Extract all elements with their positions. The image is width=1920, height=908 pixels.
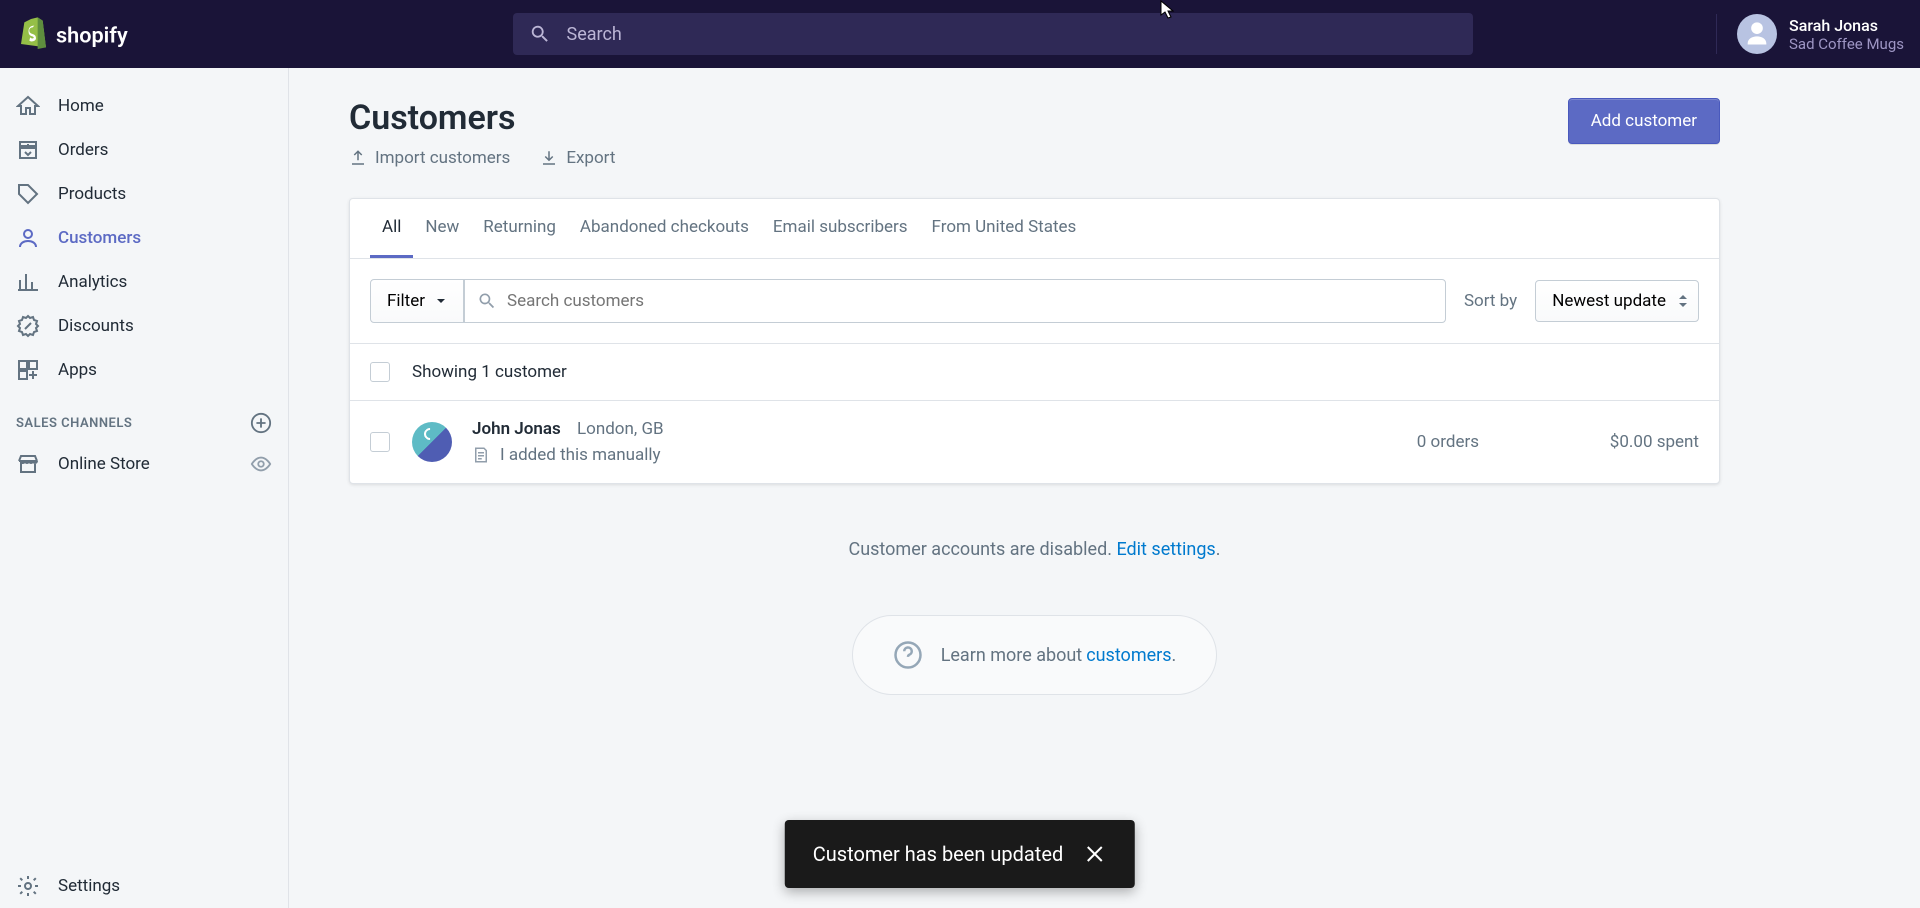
customer-orders: 0 orders <box>1299 432 1479 452</box>
import-customers-button[interactable]: Import customers <box>349 148 510 168</box>
search-icon <box>529 23 551 45</box>
sidebar-item-settings[interactable]: Settings <box>0 864 288 908</box>
tab-email[interactable]: Email subscribers <box>761 199 920 258</box>
sidebar-item-customers[interactable]: Customers <box>0 216 288 260</box>
search-wrap <box>289 13 1696 55</box>
customer-location: London, GB <box>577 419 664 439</box>
download-icon <box>540 149 558 167</box>
main-content: Customers Import customers Export Add cu… <box>289 68 1920 908</box>
settings-icon <box>16 874 40 898</box>
sidebar-item-orders[interactable]: Orders <box>0 128 288 172</box>
sidebar-item-home[interactable]: Home <box>0 84 288 128</box>
sort-label: Sort by <box>1464 291 1517 311</box>
products-icon <box>16 182 40 206</box>
top-bar: shopify Sarah Jonas Sad Coffee Mugs <box>0 0 1920 68</box>
toast: Customer has been updated <box>785 820 1135 888</box>
toast-message: Customer has been updated <box>813 842 1063 866</box>
customer-note: I added this manually <box>500 445 661 465</box>
select-all-checkbox[interactable] <box>370 362 390 382</box>
customers-icon <box>16 226 40 250</box>
store-icon <box>16 452 40 476</box>
logo-area: shopify <box>16 14 289 54</box>
sidebar-section-header: SALES CHANNELS <box>0 392 288 442</box>
learn-more-pill: Learn more about customers. <box>852 615 1218 695</box>
view-store-icon[interactable] <box>250 453 272 475</box>
sidebar-item-products[interactable]: Products <box>0 172 288 216</box>
add-channel-icon[interactable] <box>250 412 272 434</box>
customer-spent: $0.00 spent <box>1479 432 1699 452</box>
edit-settings-link[interactable]: Edit settings <box>1116 539 1215 560</box>
tab-returning[interactable]: Returning <box>471 199 568 258</box>
customer-avatar <box>412 422 452 462</box>
sidebar-channel-online-store[interactable]: Online Store <box>0 442 288 486</box>
accounts-disabled-message: Customer accounts are disabled. Edit set… <box>349 539 1720 560</box>
tab-all[interactable]: All <box>370 199 413 258</box>
discounts-icon <box>16 314 40 338</box>
tab-us[interactable]: From United States <box>920 199 1089 258</box>
search-input[interactable] <box>567 24 1457 45</box>
sidebar-item-analytics[interactable]: Analytics <box>0 260 288 304</box>
sidebar-item-discounts[interactable]: Discounts <box>0 304 288 348</box>
customers-card: All New Returning Abandoned checkouts Em… <box>349 198 1720 484</box>
avatar <box>1737 14 1777 54</box>
help-icon <box>893 640 923 670</box>
apps-icon <box>16 358 40 382</box>
export-button[interactable]: Export <box>540 148 615 168</box>
analytics-icon <box>16 270 40 294</box>
sidebar-item-apps[interactable]: Apps <box>0 348 288 392</box>
filter-button[interactable]: Filter <box>370 279 464 323</box>
customer-search-box[interactable] <box>464 279 1446 323</box>
count-row: Showing 1 customer <box>350 343 1719 400</box>
shopify-logo: shopify <box>16 14 149 54</box>
customer-search-input[interactable] <box>507 291 1433 311</box>
orders-icon <box>16 138 40 162</box>
add-customer-button[interactable]: Add customer <box>1568 98 1720 144</box>
sidebar: Home Orders Products Customers Analytics… <box>0 68 289 908</box>
search-icon <box>477 291 497 311</box>
store-name: Sad Coffee Mugs <box>1789 35 1904 53</box>
close-icon[interactable] <box>1083 842 1107 866</box>
note-icon <box>472 446 490 464</box>
customer-name: John Jonas <box>472 419 561 439</box>
sort-select[interactable]: Newest update <box>1535 280 1699 322</box>
svg-text:shopify: shopify <box>56 23 128 48</box>
tab-abandoned[interactable]: Abandoned checkouts <box>568 199 761 258</box>
home-icon <box>16 94 40 118</box>
page-title: Customers <box>349 98 615 138</box>
search-box[interactable] <box>513 13 1473 55</box>
caret-down-icon <box>435 295 447 307</box>
tab-new[interactable]: New <box>413 199 471 258</box>
user-name: Sarah Jonas <box>1789 16 1904 35</box>
tabs: All New Returning Abandoned checkouts Em… <box>350 199 1719 259</box>
customer-row[interactable]: John Jonas London, GB I added this manua… <box>350 400 1719 483</box>
upload-icon <box>349 149 367 167</box>
user-area[interactable]: Sarah Jonas Sad Coffee Mugs <box>1716 14 1904 54</box>
row-checkbox[interactable] <box>370 432 390 452</box>
customers-help-link[interactable]: customers <box>1086 645 1171 666</box>
